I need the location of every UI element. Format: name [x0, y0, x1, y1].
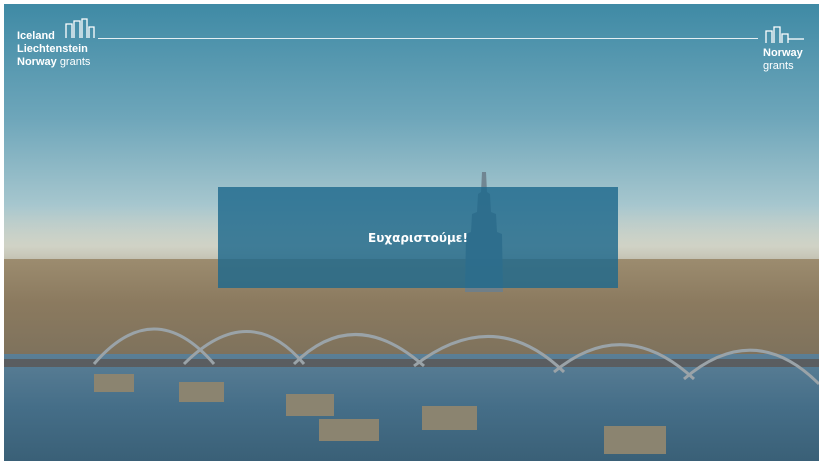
header-rule	[98, 38, 758, 39]
thank-you-message: Ευχαριστούμε!	[368, 230, 468, 245]
logo-line-norway: Norway grants	[17, 56, 90, 69]
railway-bridge	[4, 327, 819, 454]
logo-grants: grants	[59, 56, 91, 68]
slide: Iceland Liechtenstein Norway grants Norw…	[4, 4, 819, 461]
norway-grants-logo: Norway grants	[763, 47, 803, 73]
message-panel: Ευχαριστούμε!	[218, 187, 618, 288]
logo-norway-bold: Norway	[17, 56, 57, 68]
eea-logo-mark-icon	[65, 18, 95, 38]
logo-right-grants: grants	[763, 60, 794, 72]
logo-right-country: Norway	[763, 47, 803, 59]
norway-logo-mark-icon	[765, 26, 804, 43]
logo-line-liechtenstein: Liechtenstein	[17, 43, 88, 55]
